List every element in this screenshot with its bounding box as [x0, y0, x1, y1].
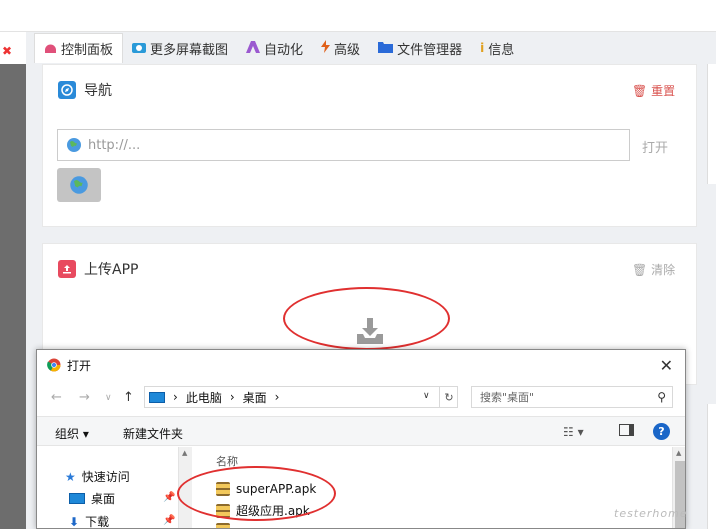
info-icon: i [480, 41, 485, 55]
nav-title-text: 导航 [84, 83, 112, 99]
download-icon: ⬇ [69, 514, 80, 529]
desktop-icon [69, 493, 85, 504]
automation-icon [246, 40, 261, 56]
forward-arrow-icon[interactable]: → [79, 390, 90, 405]
close-icon[interactable]: ✖ [2, 44, 12, 58]
back-arrow-icon[interactable]: ← [51, 390, 62, 405]
address-row: ← → ∨ ↑ › 此电脑 › 桌面 › ∨ ↻ 搜索"桌面" ⚲ [37, 382, 685, 412]
search-placeholder: 搜索"桌面" [480, 391, 535, 404]
watermark: testerhome [614, 507, 688, 520]
nav-item-desktop[interactable]: 桌面 [69, 490, 115, 507]
tab-dashboard[interactable]: 控制面板 [34, 33, 124, 63]
bolt-icon [321, 40, 331, 56]
url-input[interactable]: http://... [57, 129, 630, 161]
up-arrow-icon[interactable]: ↑ [123, 390, 134, 405]
pin-icon[interactable]: 📌 [163, 492, 175, 503]
annotation-ellipse-upload [283, 287, 450, 350]
new-folder-button[interactable]: 新建文件夹 [123, 425, 183, 442]
path-segment-this-pc[interactable]: 此电脑 [186, 389, 222, 406]
reset-button[interactable]: 🗑 重置 [632, 82, 675, 99]
open-button[interactable]: 打开 [642, 137, 668, 156]
tab-label: 信息 [488, 42, 515, 58]
tab-camera[interactable]: 更多屏幕截图 [123, 33, 237, 63]
chrome-icon [47, 358, 61, 372]
organize-menu[interactable]: 组织 ▾ [55, 425, 89, 442]
path-segment-desktop[interactable]: 桌面 [243, 389, 267, 406]
nav-item-downloads[interactable]: ⬇ 下载 [69, 513, 109, 529]
navigation-pane: ★ 快速访问 桌面 📌 ⬇ 下载 📌 [37, 447, 193, 529]
address-dropdown-icon[interactable]: ∨ [423, 391, 430, 401]
refresh-icon: ↻ [444, 390, 454, 404]
tab-label: 自动化 [264, 42, 304, 58]
upload-title-text: 上传APP [84, 262, 139, 278]
refresh-button[interactable]: ↻ [439, 386, 458, 408]
annotation-ellipse-files [177, 466, 336, 521]
recent-dropdown-icon[interactable]: ∨ [105, 393, 112, 403]
help-icon[interactable]: ? [653, 423, 670, 440]
upload-panel-title: 上传APP [58, 259, 138, 279]
apk-file-icon [216, 523, 230, 528]
right-panel-edge [707, 64, 716, 184]
address-bar[interactable]: › 此电脑 › 桌面 › [144, 386, 458, 408]
tab-bar: 控制面板 更多屏幕截图 自动化 高级 文件管理器 i 信息 [34, 33, 523, 63]
dialog-title: 打开 [67, 358, 92, 373]
view-options-icon[interactable]: ☷ ▾ [563, 425, 584, 439]
computer-icon [149, 391, 165, 403]
file-open-dialog: 打开 ✕ ← → ∨ ↑ › 此电脑 › 桌面 › ∨ ↻ 搜索"桌面" ⚲ 组… [36, 349, 686, 529]
nav-item-label: 快速访问 [81, 470, 130, 484]
dashboard-icon [44, 41, 57, 57]
tab-info[interactable]: i 信息 [471, 33, 523, 63]
globe-icon [67, 138, 81, 152]
dialog-toolbar: 组织 ▾ 新建文件夹 ☷ ▾ ? [37, 416, 685, 446]
tab-automation[interactable]: 自动化 [237, 33, 312, 63]
path-separator-icon: › [229, 390, 235, 404]
dialog-close-button[interactable]: ✕ [660, 356, 673, 375]
clear-label: 清除 [651, 263, 676, 277]
camera-icon [132, 41, 147, 56]
star-icon: ★ [65, 469, 76, 484]
tab-label: 高级 [334, 42, 361, 58]
tab-folder[interactable]: 文件管理器 [369, 33, 471, 63]
tab-label: 文件管理器 [397, 42, 463, 58]
search-input[interactable]: 搜索"桌面" ⚲ [471, 386, 673, 408]
tab-bolt[interactable]: 高级 [312, 33, 369, 63]
compass-icon [58, 81, 76, 99]
file-item-partial[interactable] [216, 523, 230, 528]
tab-label: 控制面板 [61, 43, 114, 58]
nav-item-label: 下载 [85, 515, 110, 529]
nav-item-label: 桌面 [91, 492, 116, 506]
search-icon: ⚲ [657, 390, 666, 404]
top-bar [0, 0, 716, 32]
trash-icon: 🗑 [632, 263, 648, 277]
left-grey-strip [0, 64, 26, 529]
path-separator-icon: › [173, 390, 178, 404]
dialog-title-bar: 打开 [37, 350, 685, 380]
preview-pane-icon[interactable] [619, 424, 634, 439]
path-separator-icon: › [274, 390, 280, 404]
nav-panel-title: 导航 [58, 80, 112, 100]
globe-icon [70, 176, 88, 194]
right-panel-edge-lower [707, 404, 716, 529]
url-placeholder: http://... [88, 137, 141, 153]
trash-icon: 🗑 [632, 84, 648, 98]
nav-item-quick-access[interactable]: ★ 快速访问 [65, 468, 130, 485]
reset-label: 重置 [651, 84, 676, 98]
pin-icon[interactable]: 📌 [163, 515, 175, 526]
globe-button[interactable] [57, 168, 101, 202]
folder-icon [378, 41, 394, 56]
tab-label: 更多屏幕截图 [150, 42, 229, 58]
clear-button[interactable]: 🗑 清除 [632, 261, 675, 278]
upload-icon [58, 260, 76, 278]
